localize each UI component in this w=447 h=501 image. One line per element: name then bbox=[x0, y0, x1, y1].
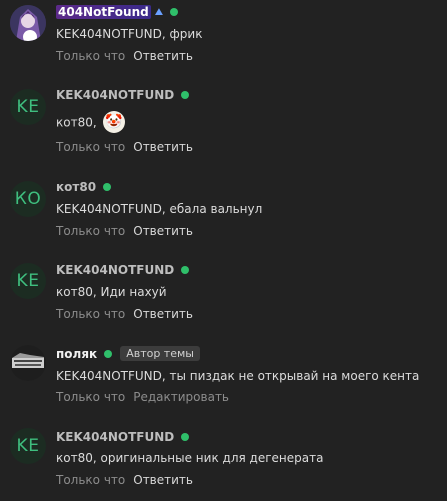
comment-text: кот80, 🤡 bbox=[56, 111, 125, 134]
avatar[interactable]: KE bbox=[10, 263, 46, 299]
comment-text: KEK404NOTFUND, ебала вальнул bbox=[56, 202, 262, 216]
reply-button[interactable]: Ответить bbox=[133, 307, 193, 321]
author-row: KEK404NOTFUND bbox=[56, 88, 190, 102]
comment-body: , ты пиздак не открывай на моего кента bbox=[161, 369, 420, 383]
mention[interactable]: кот80 bbox=[56, 116, 93, 130]
author-row: KEK404NOTFUND bbox=[56, 263, 190, 277]
comment-text: кот80, оригинальные ник для дегенерата bbox=[56, 451, 323, 465]
comment-body: , оригинальные ник для дегенерата bbox=[92, 451, 324, 465]
comment-body: , ебала вальнул bbox=[161, 202, 263, 216]
reply-button[interactable]: Ответить bbox=[133, 140, 193, 154]
author-row: кот80 bbox=[56, 180, 112, 194]
edit-button[interactable]: Редактировать bbox=[133, 390, 229, 404]
mention[interactable]: KEK404NOTFUND bbox=[56, 369, 162, 383]
avatar[interactable] bbox=[10, 5, 46, 41]
reply-button[interactable]: Ответить bbox=[133, 473, 193, 487]
comment-body: , Иди нахуй bbox=[92, 285, 167, 299]
online-status-icon bbox=[103, 183, 112, 191]
reply-button[interactable]: Ответить bbox=[133, 49, 193, 63]
online-status-icon bbox=[181, 433, 190, 441]
timestamp: Только что bbox=[56, 390, 126, 404]
online-status-icon bbox=[104, 349, 113, 358]
comment-text: KEK404NOTFUND, ты пиздак не открывай на … bbox=[56, 369, 419, 383]
timestamp: Только что bbox=[56, 307, 126, 321]
comment-actions: Только что Ответить bbox=[56, 49, 193, 63]
mention[interactable]: KEK404NOTFUND bbox=[56, 202, 162, 216]
comment-actions: Только что Редактировать bbox=[56, 390, 229, 404]
author-name[interactable]: 404NotFound bbox=[56, 5, 151, 19]
author-name[interactable]: поляк bbox=[56, 347, 97, 361]
author-name[interactable]: KEK404NOTFUND bbox=[56, 88, 174, 102]
comment-actions: Только что Ответить bbox=[56, 140, 193, 154]
mention[interactable]: KEK404NOTFUND bbox=[56, 27, 162, 41]
avatar[interactable]: КО bbox=[10, 181, 46, 217]
author-name[interactable]: KEK404NOTFUND bbox=[56, 430, 174, 444]
mention[interactable]: кот80 bbox=[56, 285, 93, 299]
online-status-icon bbox=[181, 91, 190, 99]
comment-text: кот80, Иди нахуй bbox=[56, 285, 167, 299]
comment-actions: Только что Ответить bbox=[56, 224, 193, 238]
comment-body: , bbox=[92, 115, 97, 130]
clown-face-icon: 🤡 bbox=[102, 111, 125, 133]
comment-body: , фрик bbox=[161, 27, 203, 41]
timestamp: Только что bbox=[56, 49, 126, 63]
author-row: KEK404NOTFUND bbox=[56, 430, 190, 444]
timestamp: Только что bbox=[56, 473, 126, 487]
avatar[interactable] bbox=[10, 345, 46, 381]
mention[interactable]: кот80 bbox=[56, 451, 93, 465]
author-name[interactable]: кот80 bbox=[56, 180, 96, 194]
author-name[interactable]: KEK404NOTFUND bbox=[56, 263, 174, 277]
avatar[interactable]: KE bbox=[10, 89, 46, 125]
avatar-image bbox=[10, 345, 46, 381]
comment-actions: Только что Ответить bbox=[56, 473, 193, 487]
topic-author-badge: Автор темы bbox=[120, 346, 200, 361]
comment-actions: Только что Ответить bbox=[56, 307, 193, 321]
avatar-image bbox=[10, 5, 46, 41]
online-status-icon bbox=[181, 266, 190, 274]
timestamp: Только что bbox=[56, 140, 126, 154]
online-status-icon bbox=[170, 8, 179, 16]
avatar[interactable]: KE bbox=[10, 428, 46, 464]
author-row: поляк Автор темы bbox=[56, 346, 200, 361]
author-row: 404NotFound ⛰ bbox=[56, 5, 179, 19]
timestamp: Только что bbox=[56, 224, 126, 238]
comment-text: KEK404NOTFUND, фрик bbox=[56, 27, 202, 41]
reply-button[interactable]: Ответить bbox=[133, 224, 193, 238]
gem-icon: ⛰ bbox=[154, 6, 164, 18]
